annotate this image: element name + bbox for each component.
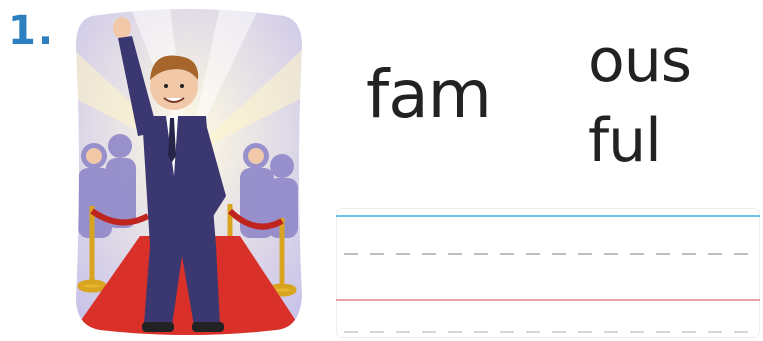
- syllable-ful: ful: [588, 106, 662, 176]
- syllable-fam: fam: [366, 56, 492, 133]
- syllable-ous: ous: [588, 26, 692, 96]
- item-number: 1.: [8, 8, 56, 54]
- handwriting-lines[interactable]: [336, 208, 760, 338]
- red-carpet-illustration: [76, 9, 302, 335]
